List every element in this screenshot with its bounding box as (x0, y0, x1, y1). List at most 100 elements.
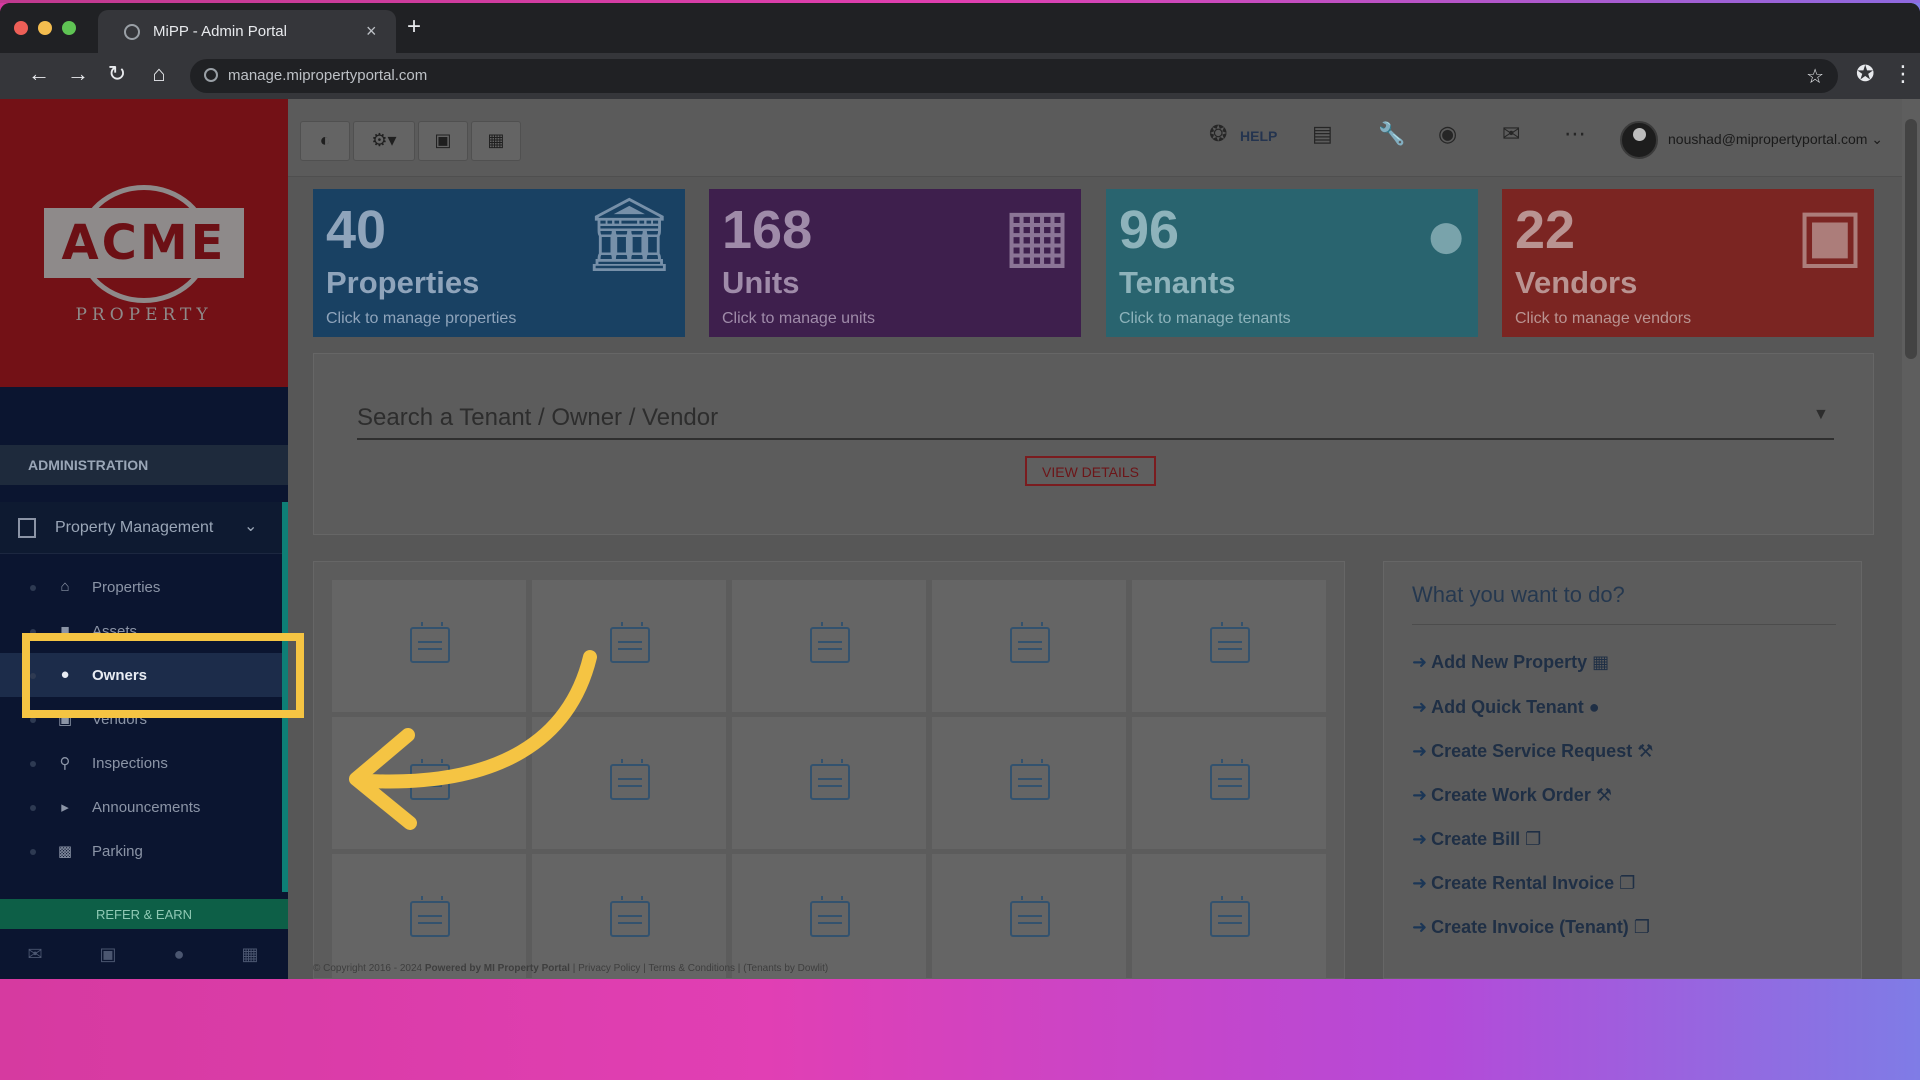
maximize-window-button[interactable] (62, 21, 76, 35)
search-input[interactable]: Search a Tenant / Owner / Vendor (357, 404, 718, 432)
terms-link[interactable]: Terms & Conditions (648, 963, 735, 974)
calendar-icon (810, 759, 850, 800)
logo-area[interactable]: ACME PROPERTY (0, 99, 288, 387)
back-icon[interactable]: ← (24, 61, 54, 87)
action-label: Create Bill (1431, 829, 1521, 849)
dashboard-icon[interactable]: ◐ (300, 121, 350, 161)
create-rental-invoice-link[interactable]: ➜ Create Rental Invoice ❐ (1412, 873, 1635, 894)
tenants-title: Tenants (1119, 265, 1236, 300)
settings-dropdown-icon[interactable]: ⚙▾ (353, 121, 415, 161)
building-icon: ▦ (1592, 652, 1610, 672)
lifebuoy-icon[interactable]: ❂ (1209, 121, 1227, 147)
close-window-button[interactable] (14, 21, 28, 35)
vendors-title: Vendors (1515, 265, 1638, 300)
tree-dot (30, 805, 36, 811)
add-quick-tenant-link[interactable]: ➜ Add Quick Tenant ● (1412, 697, 1600, 718)
property-management-label: Property Management (55, 519, 214, 536)
action-label: Create Rental Invoice (1431, 873, 1615, 893)
grid-tile[interactable] (1132, 717, 1326, 849)
minimize-window-button[interactable] (38, 21, 52, 35)
grid-tile[interactable] (932, 854, 1126, 979)
browser-toolbar: ← → ↻ ⌂ manage.mipropertyportal.com ☆ ✪ … (0, 53, 1920, 99)
bookmark-star-icon[interactable]: ☆ (1806, 64, 1824, 89)
powered-by-link[interactable]: Powered by MI Property Portal (425, 963, 570, 974)
home-icon[interactable]: ⌂ (144, 61, 174, 87)
page-footer: © Copyright 2016 - 2024 Powered by MI Pr… (313, 963, 829, 974)
extensions-icon[interactable]: ✪ (1856, 61, 1874, 87)
arrow-right-icon: ➜ (1412, 741, 1428, 761)
action-label: Add Quick Tenant (1431, 697, 1584, 717)
arrow-right-icon: ➜ (1412, 652, 1428, 672)
tenants-card[interactable]: 96 Tenants Click to manage tenants ● (1106, 189, 1478, 337)
eye-icon[interactable]: ◉ (1438, 121, 1457, 147)
address-bar[interactable]: manage.mipropertyportal.com ☆ (190, 59, 1838, 93)
grid-tile[interactable] (1132, 580, 1326, 712)
calculator-icon[interactable]: ▦ (238, 944, 262, 965)
units-card[interactable]: 168 Units Click to manage units ▦ (709, 189, 1081, 337)
view-details-button[interactable]: VIEW DETAILS (1025, 456, 1156, 486)
sidebar-item-inspections[interactable]: ⚲ Inspections (0, 741, 282, 785)
bar-chart-icon[interactable]: ▤ (1312, 121, 1333, 147)
add-new-property-link[interactable]: ➜ Add New Property ▦ (1412, 652, 1609, 673)
browser-tab[interactable]: MiPP - Admin Portal × (98, 10, 396, 53)
sidebar-item-parking[interactable]: ▩ Parking (0, 829, 282, 873)
scrollbar-thumb[interactable] (1905, 119, 1917, 359)
wrench-icon[interactable]: 🔧 (1378, 121, 1405, 147)
home-icon: ⌂ (60, 578, 70, 595)
mail-icon[interactable]: ✉ (23, 944, 47, 965)
forward-icon[interactable]: → (63, 61, 93, 87)
create-service-request-link[interactable]: ➜ Create Service Request ⚒ (1412, 741, 1653, 762)
calendar-icon (410, 896, 450, 937)
properties-card[interactable]: 40 Properties Click to manage properties… (313, 189, 685, 337)
tab-title: MiPP - Admin Portal (153, 23, 287, 40)
calendar-icon[interactable]: ▣ (418, 121, 468, 161)
privacy-policy-link[interactable]: Privacy Policy (578, 963, 640, 974)
site-info-icon[interactable] (204, 68, 218, 82)
mail-icon[interactable]: ✉ (1502, 121, 1520, 147)
property-management-menu[interactable]: Property Management ⌄ (0, 502, 288, 554)
caret-down-icon[interactable]: ▼ (1813, 406, 1829, 424)
grid-tile[interactable] (932, 580, 1126, 712)
arrow-right-icon: ➜ (1412, 697, 1428, 717)
vendors-card[interactable]: 22 Vendors Click to manage vendors ▣ (1502, 189, 1874, 337)
calculator-icon[interactable]: ▦ (471, 121, 521, 161)
help-link[interactable]: HELP (1240, 128, 1277, 144)
grid-tile[interactable] (532, 854, 726, 979)
sidebar-item-properties[interactable]: ⌂ Properties (0, 565, 282, 609)
tab-close-icon[interactable]: × (366, 21, 377, 42)
vendors-subtitle: Click to manage vendors (1515, 310, 1692, 327)
tree-dot (30, 849, 36, 855)
building-icon (18, 518, 36, 538)
grid-tile[interactable] (732, 717, 926, 849)
sidebar-item-label: Inspections (92, 755, 168, 772)
browser-menu-icon[interactable]: ⋮ (1892, 61, 1914, 87)
logo-subtitle: PROPERTY (75, 305, 213, 325)
reload-icon[interactable]: ↻ (102, 61, 132, 87)
action-label: Create Invoice (Tenant) (1431, 917, 1629, 937)
sidebar: ACME PROPERTY ADMINISTRATION Property Ma… (0, 99, 288, 979)
logo-text: ACME (61, 215, 227, 271)
briefcase-icon[interactable]: ▣ (96, 944, 120, 965)
create-work-order-link[interactable]: ➜ Create Work Order ⚒ (1412, 785, 1612, 806)
megaphone-icon: ▸ (61, 799, 69, 816)
sidebar-item-announcements[interactable]: ▸ Announcements (0, 785, 282, 829)
tenants-count: 96 (1119, 200, 1180, 260)
tenants-credit: (Tenants by Dowlit) (743, 963, 829, 974)
grid-tile[interactable] (332, 854, 526, 979)
grid-tile[interactable] (932, 717, 1126, 849)
refer-earn-button[interactable]: REFER & EARN (0, 899, 288, 929)
user-email-dropdown[interactable]: noushad@mipropertyportal.com ⌄ (1668, 131, 1883, 148)
grid-tile[interactable] (732, 854, 926, 979)
copy-icon: ❐ (1633, 917, 1650, 937)
user-icon[interactable]: ● (167, 944, 191, 965)
new-tab-button[interactable]: + (407, 15, 421, 39)
grid-tile[interactable] (732, 580, 926, 712)
grid-tile[interactable] (1132, 854, 1326, 979)
more-icon[interactable]: ⋯ (1564, 121, 1586, 147)
owners-highlight-box (22, 633, 304, 718)
logo-box: ACME (44, 208, 244, 278)
create-bill-link[interactable]: ➜ Create Bill ❐ (1412, 829, 1541, 850)
bank-icon: 🏛 (583, 195, 675, 275)
create-invoice-tenant-link[interactable]: ➜ Create Invoice (Tenant) ❐ (1412, 917, 1650, 938)
url-text: manage.mipropertyportal.com (228, 67, 428, 84)
